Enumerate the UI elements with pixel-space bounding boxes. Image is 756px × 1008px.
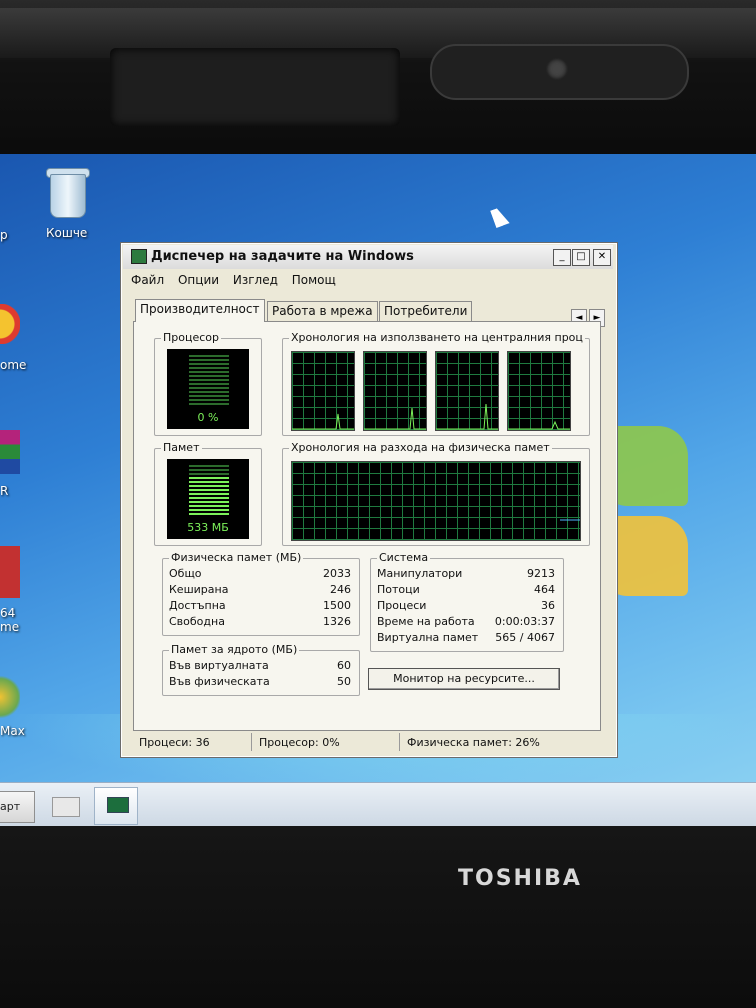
- app-shortcut-icon[interactable]: [0, 674, 20, 720]
- stat-label: Във физическата: [169, 675, 270, 688]
- desktop-icon-label: me: [0, 620, 20, 634]
- desktop-icon-label: ome: [0, 358, 27, 372]
- window-title: Диспечер на задачите на Windows: [151, 249, 414, 264]
- recycle-bin-icon[interactable]: [46, 166, 90, 218]
- system-group: Система Манипулатори 9213 Потоци 464 Про…: [370, 551, 564, 652]
- laptop-bezel-top: [0, 0, 756, 160]
- menu-file[interactable]: Файл: [131, 273, 164, 287]
- memory-usage-group: Памет 533 МБ: [154, 441, 262, 546]
- stat-value: 60: [337, 659, 351, 672]
- chrome-icon[interactable]: [0, 304, 20, 344]
- stat-value: 50: [337, 675, 351, 688]
- kernel-memory-group: Памет за ядрото (МБ) Във виртуалната 60 …: [162, 643, 360, 696]
- memory-meter: 533 МБ: [167, 459, 249, 539]
- task-manager-icon: [107, 797, 129, 813]
- physical-memory-group: Физическа памет (МБ) Общо 2033 Кеширана …: [162, 551, 360, 636]
- status-bar: Процеси: 36 Процесор: 0% Физическа памет…: [133, 733, 599, 751]
- stat-label: Потоци: [377, 583, 420, 596]
- webcam-icon: [546, 58, 568, 80]
- start-button[interactable]: арт: [0, 791, 35, 823]
- taskbar-pinned-app[interactable]: [44, 787, 86, 823]
- stat-label: Манипулатори: [377, 567, 463, 580]
- bezel-hinge: [110, 48, 400, 126]
- desktop-icon-label: 64: [0, 606, 16, 620]
- mouse-cursor-icon: [490, 206, 510, 228]
- stat-value: 565 / 4067: [495, 631, 555, 644]
- tab-networking[interactable]: Работа в мрежа: [267, 301, 378, 321]
- recycle-bin-label: Кошче: [46, 226, 88, 240]
- system-label: Система: [377, 551, 431, 564]
- brand-logo: TOSHIBA: [458, 866, 582, 891]
- cpu-meter-bars: [189, 355, 229, 405]
- stat-value: 0:00:03:37: [494, 615, 555, 628]
- stat-label: Време на работа: [377, 615, 475, 628]
- stat-label: Достъпна: [169, 599, 226, 612]
- desktop-icon-label: Max: [0, 724, 25, 738]
- desktop: Кошче р ome R 64 me Max Диспечер на зада…: [0, 154, 756, 826]
- stat-value: 246: [330, 583, 351, 596]
- desktop-icon-label: р: [0, 228, 8, 242]
- stat-label: Кеширана: [169, 583, 229, 596]
- memory-history-group: Хронология на разхода на физическа памет: [282, 441, 590, 546]
- status-processes: Процеси: 36: [139, 736, 210, 749]
- task-manager-icon: [131, 249, 147, 264]
- stat-value: 9213: [527, 567, 555, 580]
- menu-view[interactable]: Изглед: [233, 273, 278, 287]
- cpu-history-graph-core-1: [291, 351, 355, 431]
- memory-history-label: Хронология на разхода на физическа памет: [289, 441, 552, 454]
- stat-value: 2033: [323, 567, 351, 580]
- task-manager-window: Диспечер на задачите на Windows _ □ ✕ Фа…: [120, 242, 618, 758]
- tab-performance[interactable]: Производителност: [135, 299, 265, 322]
- stat-value: 1326: [323, 615, 351, 628]
- memory-usage-value: 533 МБ: [187, 521, 229, 534]
- cpu-history-graph-core-4: [507, 351, 571, 431]
- cpu-history-graph-core-2: [363, 351, 427, 431]
- resource-monitor-button[interactable]: Монитор на ресурсите...: [368, 668, 560, 690]
- stat-label: Свободна: [169, 615, 225, 628]
- cpu-usage-label: Процесор: [161, 331, 221, 344]
- app-shortcut-icon[interactable]: [0, 546, 20, 598]
- menu-bar: Файл Опции Изглед Помощ: [131, 273, 346, 287]
- minimize-button[interactable]: _: [553, 249, 571, 266]
- memory-meter-fill: [189, 477, 229, 515]
- cpu-meter: 0 %: [167, 349, 249, 429]
- status-cpu: Процесор: 0%: [259, 736, 340, 749]
- stat-label: Виртуална памет: [377, 631, 479, 644]
- stat-value: 36: [541, 599, 555, 612]
- close-button[interactable]: ✕: [593, 249, 611, 266]
- cpu-history-group: Хронология на използването на централния…: [282, 331, 590, 436]
- physical-memory-label: Физическа памет (МБ): [169, 551, 304, 564]
- stat-value: 464: [534, 583, 555, 596]
- cpu-usage-value: 0 %: [197, 411, 219, 424]
- taskbar: арт: [0, 782, 756, 826]
- tab-users[interactable]: Потребители: [379, 301, 473, 321]
- taskbar-task-manager-button[interactable]: [94, 787, 138, 825]
- laptop-bezel-bottom: TOSHIBA: [0, 826, 756, 1008]
- cpu-usage-group: Процесор 0 %: [154, 331, 262, 436]
- menu-options[interactable]: Опции: [178, 273, 219, 287]
- stat-value: 1500: [323, 599, 351, 612]
- kernel-memory-label: Памет за ядрото (МБ): [169, 643, 300, 656]
- maximize-button[interactable]: □: [572, 249, 590, 266]
- memory-history-graph: [291, 461, 581, 541]
- stat-label: Във виртуалната: [169, 659, 269, 672]
- cpu-history-graph-core-3: [435, 351, 499, 431]
- desktop-icon-label: R: [0, 484, 9, 498]
- memory-usage-label: Памет: [161, 441, 202, 454]
- title-bar[interactable]: Диспечер на задачите на Windows _ □ ✕: [123, 245, 613, 269]
- status-memory: Физическа памет: 26%: [407, 736, 540, 749]
- stat-label: Процеси: [377, 599, 427, 612]
- document-icon: [52, 797, 80, 817]
- stat-label: Общо: [169, 567, 202, 580]
- winrar-icon[interactable]: [0, 430, 20, 474]
- cpu-history-label: Хронология на използването на централния…: [289, 331, 585, 344]
- performance-panel: Процесор 0 % Хронология на използването …: [133, 321, 601, 731]
- menu-help[interactable]: Помощ: [292, 273, 336, 287]
